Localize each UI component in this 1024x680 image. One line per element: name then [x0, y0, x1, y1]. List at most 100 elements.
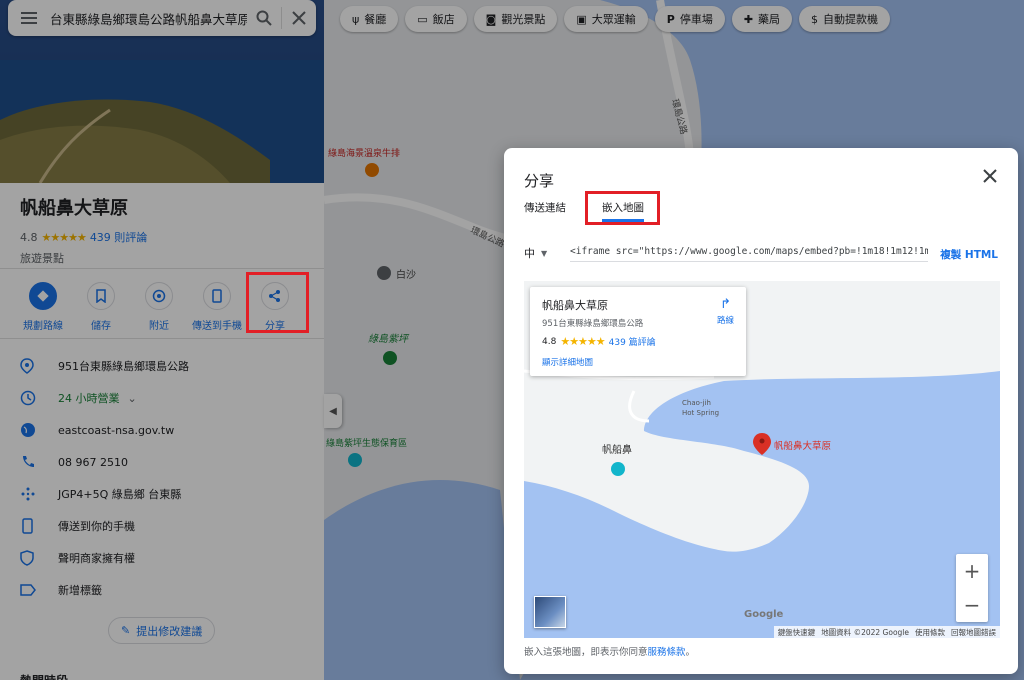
- chip-transit[interactable]: ▣ 大眾運輸: [564, 6, 648, 32]
- satellite-toggle[interactable]: [534, 596, 566, 628]
- restaurant-icon: ψ: [352, 12, 360, 26]
- hours-row[interactable]: 24 小時營業 ⌄: [20, 382, 320, 414]
- label-text: 新增標籤: [58, 584, 102, 597]
- chevron-down-icon[interactable]: ⌄: [128, 392, 137, 405]
- card-rating: 4.8: [542, 336, 557, 347]
- chip-atm[interactable]: $ 自動提款機: [799, 6, 891, 32]
- embed-map-preview[interactable]: 帆船鼻 Chao-jih Hot Spring 帆船鼻大草原 帆船鼻大草原 95…: [524, 281, 1000, 638]
- card-reviews-link[interactable]: 439 篇評論: [609, 335, 656, 348]
- suggest-edit-button[interactable]: ✎ 提出修改建議: [108, 617, 216, 644]
- size-select[interactable]: 中 ▼: [524, 245, 547, 261]
- keyboard-shortcuts-link[interactable]: 鍵盤快速鍵: [778, 627, 816, 638]
- embed-code-field[interactable]: <iframe src="https://www.google.com/maps…: [570, 242, 928, 262]
- chip-hotel[interactable]: ▭ 飯店: [405, 6, 467, 32]
- zoom-in-button[interactable]: +: [956, 554, 988, 588]
- transit-icon: ▣: [576, 12, 587, 26]
- chip-attractions[interactable]: ◙ 觀光景點: [473, 6, 558, 32]
- larger-map-link[interactable]: 顯示詳細地圖: [542, 356, 734, 368]
- send-to-phone-icon: [203, 282, 231, 310]
- bookmark-icon: [87, 282, 115, 310]
- camera-pin-icon[interactable]: [611, 462, 625, 476]
- dropdown-arrow-icon: ▼: [541, 248, 548, 258]
- address-text: 951台東縣綠島鄉環島公路: [58, 360, 189, 373]
- phone-row[interactable]: 08 967 2510: [20, 446, 320, 478]
- globe-icon: [20, 422, 58, 438]
- map-label: 帆船鼻: [602, 443, 632, 456]
- zoom-out-button[interactable]: −: [956, 588, 988, 622]
- park-pin-icon[interactable]: [383, 351, 397, 365]
- search-icon[interactable]: [247, 0, 281, 36]
- popular-times-heading: 熱門時段: [20, 672, 68, 680]
- map-label: Chao-jih: [682, 399, 711, 407]
- close-icon[interactable]: [282, 0, 316, 36]
- highlight-embed: [585, 191, 660, 225]
- route-label: 路線: [716, 316, 734, 326]
- divider: [0, 268, 324, 269]
- action-label: 附近: [149, 321, 169, 332]
- poi-label: 白沙: [396, 268, 416, 281]
- map-data-text: 地圖資料 ©2022 Google: [821, 627, 909, 637]
- menu-icon[interactable]: [8, 0, 50, 36]
- search-input[interactable]: 台東縣綠島鄉環島公路帆船鼻大草原: [50, 9, 247, 28]
- card-stars: ★★★★★: [560, 335, 605, 348]
- action-label: 規劃路線: [23, 321, 63, 332]
- place-panel: 台東縣綠島鄉環島公路帆船鼻大草原 帆船鼻大草原 4.8 ★★★★★ 439 則評…: [0, 0, 324, 680]
- consent-text: 嵌入這張地圖，即表示你同意服務條款。: [524, 644, 695, 658]
- search-box[interactable]: 台東縣綠島鄉環島公路帆船鼻大草原: [8, 0, 316, 36]
- chip-restaurant[interactable]: ψ 餐廳: [340, 6, 399, 32]
- phone-icon: [20, 454, 58, 470]
- route-button[interactable]: ↱ 路線: [717, 297, 734, 326]
- share-dialog: 分享 傳送連結 嵌入地圖 中 ▼ <iframe src="https://ww…: [504, 148, 1018, 674]
- save-button[interactable]: 儲存: [72, 282, 130, 332]
- phone-text: 08 967 2510: [58, 455, 128, 469]
- claim-row[interactable]: 聲明商家擁有權: [20, 542, 320, 574]
- send-phone-row[interactable]: 傳送到你的手機: [20, 510, 320, 542]
- terms-of-service-link[interactable]: 服務條款: [648, 647, 686, 658]
- close-icon[interactable]: [980, 166, 1000, 186]
- collapse-panel-button[interactable]: ◀: [324, 394, 342, 428]
- label-icon: [20, 584, 58, 596]
- category-chips: ψ 餐廳 ▭ 飯店 ◙ 觀光景點 ▣ 大眾運輸 P 停車場 ✚ 藥局 $ 自動提款機: [340, 6, 891, 32]
- address-row[interactable]: 951台東縣綠島鄉環島公路: [20, 350, 320, 382]
- camera-pin-icon[interactable]: [348, 453, 362, 467]
- plus-code-text: JGP4+5Q 綠島鄉 台東縣: [58, 488, 182, 501]
- size-value: 中: [524, 247, 535, 260]
- dialog-title: 分享: [524, 172, 555, 190]
- poi-pin-icon[interactable]: [377, 266, 391, 280]
- directions-button[interactable]: 規劃路線: [14, 282, 72, 332]
- zoom-controls: + −: [956, 554, 988, 622]
- website-text: eastcoast-nsa.gov.tw: [58, 423, 175, 437]
- report-error-link[interactable]: 回報地圖錯誤: [951, 627, 996, 638]
- rating-value: 4.8: [20, 230, 38, 244]
- location-pin-icon: [20, 358, 58, 374]
- chip-pharmacy[interactable]: ✚ 藥局: [731, 6, 793, 32]
- consent-prefix: 嵌入這張地圖，即表示你同意: [524, 647, 648, 658]
- shield-icon: [20, 550, 58, 566]
- send-to-phone-button[interactable]: 傳送到手機: [188, 282, 246, 332]
- terms-link[interactable]: 使用條款: [915, 627, 945, 638]
- chip-label: 餐廳: [364, 13, 387, 26]
- card-title: 帆船鼻大草原: [542, 299, 608, 312]
- poi-label: 綠島海景溫泉牛排: [328, 147, 400, 159]
- map-label: Hot Spring: [682, 409, 719, 417]
- nearby-icon: [145, 282, 173, 310]
- tab-send-link[interactable]: 傳送連結: [524, 200, 566, 222]
- website-row[interactable]: eastcoast-nsa.gov.tw: [20, 414, 320, 446]
- clock-icon: [20, 390, 58, 406]
- copy-html-button[interactable]: 複製 HTML: [940, 247, 998, 262]
- nearby-button[interactable]: 附近: [130, 282, 188, 332]
- card-rating-row: 4.8 ★★★★★ 439 篇評論: [542, 335, 734, 348]
- directions-icon: [29, 282, 57, 310]
- poi-label: 綠島紫坪: [368, 333, 410, 345]
- pin-label: 帆船鼻大草原: [774, 440, 831, 452]
- plus-code-row[interactable]: JGP4+5Q 綠島鄉 台東縣: [20, 478, 320, 510]
- chip-parking[interactable]: P 停車場: [654, 6, 725, 32]
- place-card: 帆船鼻大草原 951台東縣綠島鄉環島公路 4.8 ★★★★★ 439 篇評論 顯…: [530, 287, 746, 376]
- claim-text: 聲明商家擁有權: [58, 552, 135, 565]
- rating-stars: ★★★★★: [41, 230, 87, 244]
- restaurant-pin-icon[interactable]: [365, 163, 379, 177]
- place-header: 帆船鼻大草原 4.8 ★★★★★ 439 則評論 旅遊景點: [20, 194, 147, 266]
- reviews-link[interactable]: 439 則評論: [90, 229, 148, 245]
- chip-label: 藥局: [758, 13, 781, 26]
- label-row[interactable]: 新增標籤: [20, 574, 320, 606]
